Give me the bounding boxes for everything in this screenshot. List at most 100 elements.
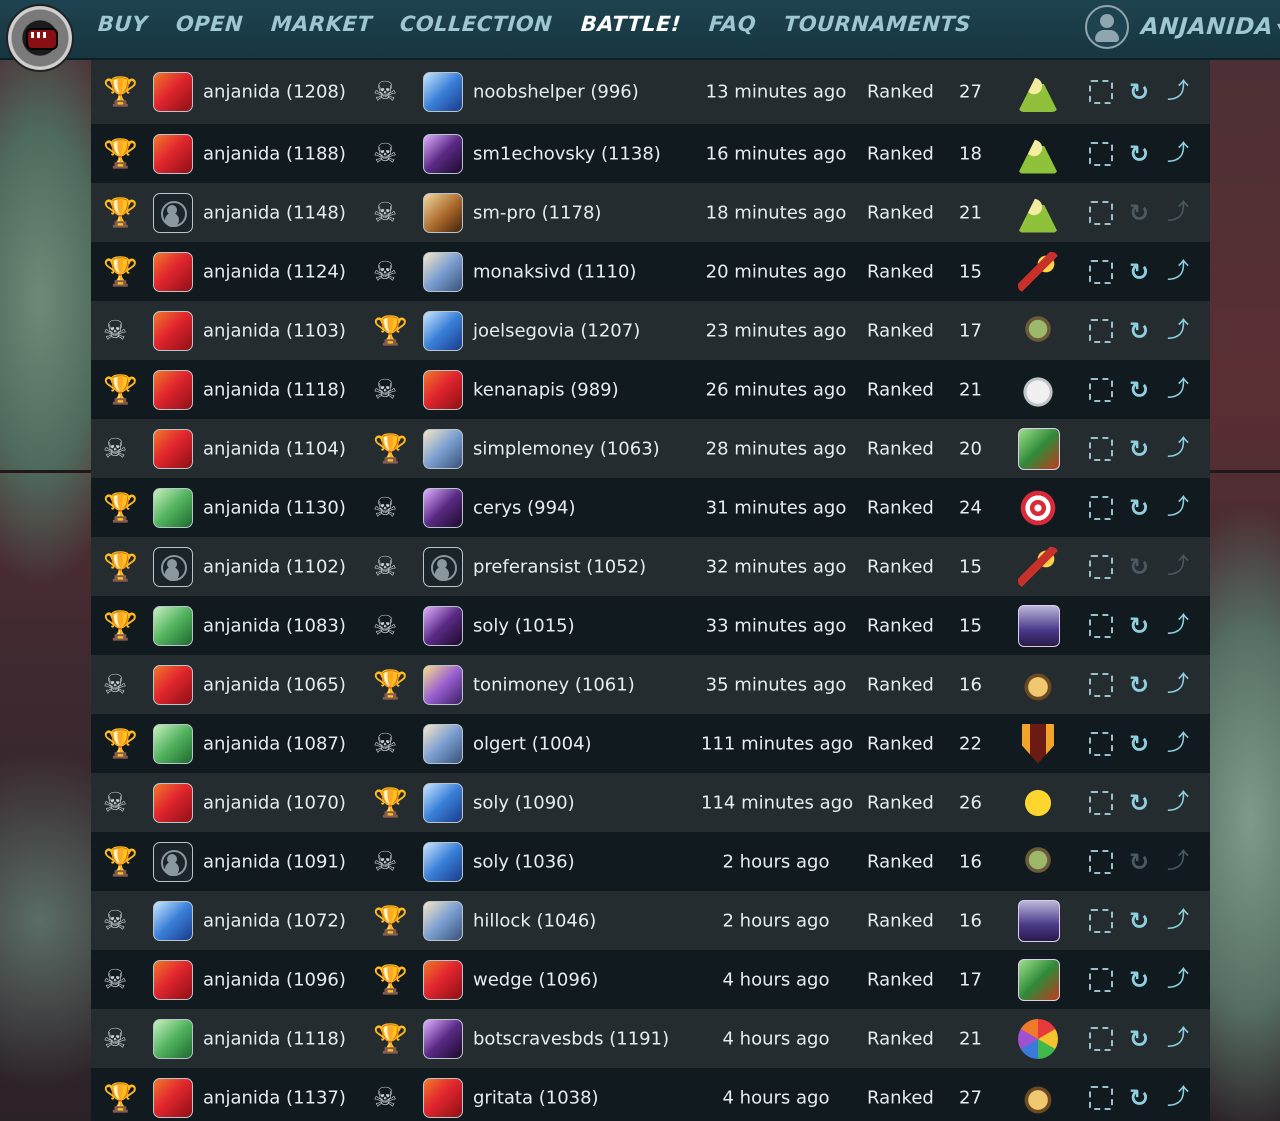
share-icon[interactable]: ⤴ bbox=[1167, 732, 1189, 755]
battle-view-icon[interactable] bbox=[1089, 967, 1113, 992]
battle-time: 28 minutes ago bbox=[705, 438, 847, 459]
battle-view-icon[interactable] bbox=[1089, 849, 1113, 874]
share-icon[interactable]: ⤴ bbox=[1167, 81, 1189, 103]
refresh-icon[interactable]: ↻ bbox=[1129, 1027, 1149, 1051]
player2-name[interactable]: gritata (1038) bbox=[473, 1087, 599, 1108]
battle-view-icon[interactable] bbox=[1089, 436, 1113, 461]
share-icon[interactable]: ⤴ bbox=[1167, 1086, 1189, 1109]
player1-name[interactable]: anjanida (1188) bbox=[203, 143, 346, 164]
share-icon[interactable]: ⤴ bbox=[1167, 260, 1189, 283]
share-icon[interactable]: ⤴ bbox=[1167, 791, 1189, 814]
player2-name[interactable]: soly (1015) bbox=[473, 615, 575, 636]
player2-name[interactable]: soly (1090) bbox=[473, 792, 575, 813]
share-icon[interactable]: ⤴ bbox=[1167, 142, 1189, 165]
refresh-icon[interactable]: ↻ bbox=[1129, 260, 1149, 284]
player1-name[interactable]: anjanida (1087) bbox=[203, 733, 346, 754]
player1-name[interactable]: anjanida (1118) bbox=[203, 379, 346, 400]
refresh-icon[interactable]: ↻ bbox=[1129, 968, 1149, 992]
refresh-icon[interactable]: ↻ bbox=[1129, 496, 1149, 520]
username: ANJANIDA bbox=[1139, 14, 1274, 40]
player2-name[interactable]: sm-pro (1178) bbox=[473, 202, 601, 223]
player1-name[interactable]: anjanida (1124) bbox=[203, 261, 346, 282]
refresh-icon[interactable]: ↻ bbox=[1129, 378, 1149, 402]
player1-avatar bbox=[153, 428, 193, 469]
battle-view-icon[interactable] bbox=[1089, 908, 1113, 933]
battle-view-icon[interactable] bbox=[1089, 259, 1113, 284]
battle-view-icon[interactable] bbox=[1089, 377, 1113, 402]
player2-name[interactable]: wedge (1096) bbox=[473, 969, 598, 990]
battle-view-icon[interactable] bbox=[1089, 554, 1113, 579]
share-icon[interactable]: ⤴ bbox=[1167, 496, 1189, 519]
battle-time: 111 minutes ago bbox=[701, 733, 854, 754]
share-icon[interactable]: ⤴ bbox=[1167, 378, 1189, 401]
share-icon[interactable]: ⤴ bbox=[1167, 1027, 1189, 1050]
player2-name[interactable]: soly (1036) bbox=[473, 851, 575, 872]
share-icon[interactable]: ⤴ bbox=[1167, 319, 1189, 342]
battle-time: 35 minutes ago bbox=[705, 674, 847, 695]
share-icon[interactable]: ⤴ bbox=[1167, 968, 1189, 991]
share-icon[interactable]: ⤴ bbox=[1167, 614, 1189, 637]
battle-view-icon[interactable] bbox=[1089, 80, 1113, 104]
nav-collection[interactable]: COLLECTION bbox=[399, 12, 553, 36]
share-icon[interactable]: ⤴ bbox=[1167, 909, 1189, 932]
player2-name[interactable]: monaksivd (1110) bbox=[473, 261, 636, 282]
battle-view-icon[interactable] bbox=[1089, 318, 1113, 343]
player1-name[interactable]: anjanida (1091) bbox=[203, 851, 346, 872]
player1-name[interactable]: anjanida (1096) bbox=[203, 969, 346, 990]
nav-open[interactable]: OPEN bbox=[175, 12, 244, 36]
splinterlands-logo[interactable] bbox=[6, 4, 74, 72]
player2-name[interactable]: preferansist (1052) bbox=[473, 556, 646, 577]
share-icon[interactable]: ⤴ bbox=[1167, 673, 1189, 696]
refresh-icon[interactable]: ↻ bbox=[1129, 791, 1149, 815]
player2-name[interactable]: tonimoney (1061) bbox=[473, 674, 635, 695]
user-menu[interactable]: ANJANIDA ▾ bbox=[1084, 4, 1280, 50]
player1-name[interactable]: anjanida (1148) bbox=[203, 202, 346, 223]
refresh-icon[interactable]: ↻ bbox=[1129, 319, 1149, 343]
refresh-icon[interactable]: ↻ bbox=[1129, 80, 1149, 104]
share-icon[interactable]: ⤴ bbox=[1167, 437, 1189, 460]
refresh-icon[interactable]: ↻ bbox=[1129, 614, 1149, 638]
player1-name[interactable]: anjanida (1102) bbox=[203, 556, 346, 577]
player2-avatar bbox=[423, 841, 463, 882]
nav-market[interactable]: MARKET bbox=[270, 12, 373, 36]
battle-view-icon[interactable] bbox=[1089, 731, 1113, 756]
player2-name[interactable]: sm1echovsky (1138) bbox=[473, 143, 661, 164]
player2-name[interactable]: joelsegovia (1207) bbox=[473, 320, 640, 341]
player2-name[interactable]: noobshelper (996) bbox=[473, 82, 639, 103]
battle-view-icon[interactable] bbox=[1089, 1085, 1113, 1110]
player2-name[interactable]: kenanapis (989) bbox=[473, 379, 619, 400]
nav-tournaments[interactable]: TOURNAMENTS bbox=[783, 12, 972, 36]
match-type: Ranked bbox=[867, 202, 934, 223]
refresh-icon[interactable]: ↻ bbox=[1129, 909, 1149, 933]
player1-name[interactable]: anjanida (1118) bbox=[203, 1028, 346, 1049]
battle-view-icon[interactable] bbox=[1089, 672, 1113, 697]
battle-view-icon[interactable] bbox=[1089, 790, 1113, 815]
refresh-icon[interactable]: ↻ bbox=[1129, 673, 1149, 697]
player1-name[interactable]: anjanida (1137) bbox=[203, 1087, 346, 1108]
player1-name[interactable]: anjanida (1104) bbox=[203, 438, 346, 459]
battle-view-icon[interactable] bbox=[1089, 613, 1113, 638]
player1-name[interactable]: anjanida (1208) bbox=[203, 82, 346, 103]
player1-name[interactable]: anjanida (1065) bbox=[203, 674, 346, 695]
refresh-icon[interactable]: ↻ bbox=[1129, 1086, 1149, 1110]
player1-name[interactable]: anjanida (1070) bbox=[203, 792, 346, 813]
player1-name[interactable]: anjanida (1083) bbox=[203, 615, 346, 636]
battle-view-icon[interactable] bbox=[1089, 1026, 1113, 1051]
refresh-icon[interactable]: ↻ bbox=[1129, 732, 1149, 756]
refresh-icon[interactable]: ↻ bbox=[1129, 142, 1149, 166]
nav-buy[interactable]: BUY bbox=[97, 12, 148, 36]
player2-name[interactable]: hillock (1046) bbox=[473, 910, 596, 931]
player1-name[interactable]: anjanida (1072) bbox=[203, 910, 346, 931]
player1-name[interactable]: anjanida (1103) bbox=[203, 320, 346, 341]
battle-view-icon[interactable] bbox=[1089, 495, 1113, 520]
player2-name[interactable]: cerys (994) bbox=[473, 497, 576, 518]
player2-name[interactable]: olgert (1004) bbox=[473, 733, 592, 754]
battle-view-icon[interactable] bbox=[1089, 200, 1113, 225]
nav-faq[interactable]: FAQ bbox=[708, 12, 757, 36]
battle-view-icon[interactable] bbox=[1089, 141, 1113, 166]
player2-name[interactable]: botscravesbds (1191) bbox=[473, 1028, 669, 1049]
refresh-icon[interactable]: ↻ bbox=[1129, 437, 1149, 461]
player1-name[interactable]: anjanida (1130) bbox=[203, 497, 346, 518]
player2-name[interactable]: simplemoney (1063) bbox=[473, 438, 660, 459]
nav-battle[interactable]: BATTLE! bbox=[580, 12, 682, 36]
